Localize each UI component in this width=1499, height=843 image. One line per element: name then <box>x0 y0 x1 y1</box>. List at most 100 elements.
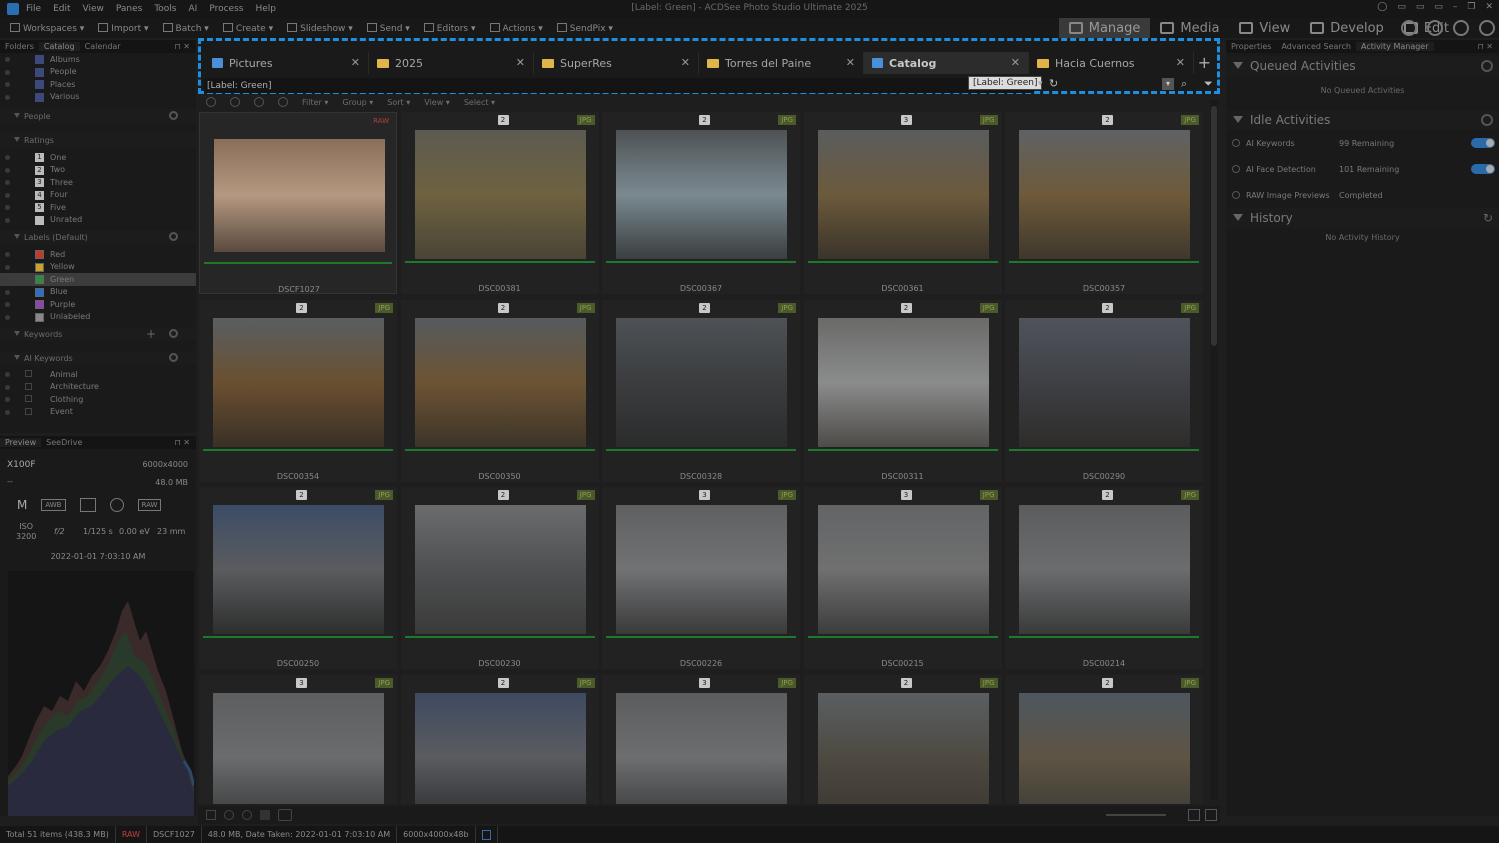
sendpix-button[interactable]: SendPix ▾ <box>556 22 613 34</box>
thumbnail-item[interactable]: 3 JPG DSC00215 <box>803 487 1002 669</box>
thumbnail-image[interactable] <box>414 692 586 804</box>
thumbnail-item[interactable]: 2 JPG DSC00367 <box>602 112 800 294</box>
thumbnail-image[interactable] <box>1019 130 1190 259</box>
thumbnail-item[interactable]: 3 JPG DSC00226 <box>602 487 800 669</box>
label-item-yellow[interactable]: Yellow <box>0 261 196 274</box>
batch-button[interactable]: Batch ▾ <box>162 22 209 34</box>
view-mode-icon[interactable] <box>1188 809 1200 821</box>
idle-section[interactable]: Idle Activities <box>1226 110 1499 130</box>
people-section[interactable]: People <box>0 109 196 123</box>
thumbnail-item[interactable]: 3 JPG DSC00361 <box>803 112 1002 294</box>
play-icon[interactable] <box>278 809 292 821</box>
label-item-unlabeled[interactable]: Unlabeled <box>0 311 196 324</box>
checkbox-icon[interactable] <box>25 382 32 390</box>
tab-catalog[interactable]: Catalog ✕ <box>864 52 1029 74</box>
tab-properties[interactable]: Properties <box>1226 42 1276 51</box>
send-button[interactable]: Send ▾ <box>366 22 410 34</box>
filter-menu[interactable]: Filter ▾ <box>302 98 328 107</box>
sync-icon[interactable] <box>1479 20 1495 36</box>
import-button[interactable]: Import ▾ <box>98 22 149 34</box>
thumbnail-item[interactable]: 2 JPG DSC00381 <box>400 112 599 294</box>
dropdown-arrow-icon[interactable]: ▾ <box>1038 79 1043 89</box>
menu-ai[interactable]: AI <box>189 4 198 14</box>
new-tab-icon[interactable]: + <box>1198 53 1211 72</box>
thumbnail-item[interactable]: 2 JPG DSC00311 <box>803 299 1002 482</box>
menu-edit[interactable]: Edit <box>53 4 70 14</box>
actions-button[interactable]: Actions ▾ <box>489 22 543 34</box>
ai-keywords-section[interactable]: AI Keywords <box>0 351 196 365</box>
catalog-item-albums[interactable]: Albums <box>0 53 196 66</box>
menu-view[interactable]: View <box>83 4 104 14</box>
checkbox-icon[interactable] <box>25 370 32 377</box>
pin-close-icon[interactable]: ⊓ ✕ <box>175 42 191 51</box>
360-icon[interactable] <box>1427 20 1443 36</box>
layout3-icon[interactable]: ▭ <box>1434 2 1443 12</box>
search-icon[interactable]: ⌕ <box>1181 77 1187 91</box>
stop-icon[interactable] <box>260 810 270 820</box>
thumbnail-image[interactable] <box>817 692 989 804</box>
tab-preview[interactable]: Preview <box>0 438 42 447</box>
thumbnail-item[interactable]: 2 JPG DSC00250 <box>199 487 397 669</box>
label-item-green[interactable]: Green <box>0 273 196 286</box>
thumbnail-item[interactable]: 2 JPG DSC00354 <box>199 299 397 482</box>
menu-file[interactable]: File <box>26 4 41 14</box>
mode-manage[interactable]: Manage <box>1058 18 1151 38</box>
close-tab-icon[interactable]: ✕ <box>1011 56 1020 69</box>
up-icon[interactable] <box>278 97 288 107</box>
thumbnail-image[interactable] <box>414 505 586 634</box>
thumbnail-item[interactable]: RAW DSCF1027 <box>199 112 397 294</box>
labels-section[interactable]: Labels (Default) <box>0 230 196 244</box>
dashboard-icon[interactable] <box>1453 20 1469 36</box>
tab-catalog[interactable]: Catalog <box>38 42 80 51</box>
thumbnail-item[interactable]: 2 JPG DSC00357 <box>1005 112 1203 294</box>
close-tab-icon[interactable]: ✕ <box>846 56 855 69</box>
tab-pictures[interactable]: Pictures ✕ <box>204 52 369 74</box>
thumbnail-item[interactable]: 2 JPG DSC00350 <box>400 299 599 482</box>
back-icon[interactable] <box>230 97 240 107</box>
thumbnail-image[interactable] <box>817 317 989 447</box>
pin-close-icon[interactable]: ⊓ ✕ <box>1478 42 1494 51</box>
layout-icon[interactable]: ▭ <box>1397 2 1406 12</box>
zoom-slider[interactable] <box>1106 814 1166 816</box>
tab-hacia-cuernos[interactable]: Hacia Cuernos ✕ <box>1029 52 1194 74</box>
thumbnail-image[interactable] <box>616 317 787 447</box>
mode-view[interactable]: View <box>1229 18 1300 38</box>
close-tab-icon[interactable]: ✕ <box>351 56 360 69</box>
refresh-icon[interactable]: ↻ <box>1483 211 1493 225</box>
menu-tools[interactable]: Tools <box>154 4 176 14</box>
workspaces-button[interactable]: Workspaces ▾ <box>10 22 84 34</box>
thumbnail-item[interactable]: 2 JPG <box>1005 674 1203 804</box>
thumbnail-item[interactable]: 2 JPG <box>803 674 1002 804</box>
label-item-red[interactable]: Red <box>0 248 196 261</box>
thumbnail-image[interactable] <box>616 692 787 804</box>
user-icon[interactable]: ◯ <box>1377 2 1387 12</box>
close-icon[interactable]: ✕ <box>1485 2 1493 12</box>
catalog-item-various[interactable]: Various <box>0 91 196 104</box>
ai-keyword-clothing[interactable]: Clothing <box>0 393 196 406</box>
tab-torres-del-paine[interactable]: Torres del Paine ✕ <box>699 52 864 74</box>
mode-media[interactable]: Media <box>1150 18 1229 38</box>
editors-button[interactable]: Editors ▾ <box>423 22 476 34</box>
label-item-purple[interactable]: Purple <box>0 298 196 311</box>
rotate-left-icon[interactable] <box>206 810 216 820</box>
rotate-icon[interactable] <box>224 810 234 820</box>
gear-icon[interactable] <box>169 353 178 362</box>
menu-process[interactable]: Process <box>209 4 243 14</box>
minimize-icon[interactable]: – <box>1453 2 1458 12</box>
create-button[interactable]: Create ▾ <box>222 22 273 34</box>
view-menu[interactable]: View ▾ <box>424 98 450 107</box>
tab-activity-manager[interactable]: Activity Manager <box>1355 42 1434 51</box>
checkbox-icon[interactable] <box>25 395 32 402</box>
rating-item-unrated[interactable]: Unrated <box>0 214 196 227</box>
home-icon[interactable] <box>206 97 216 107</box>
keywords-section[interactable]: Keywords + <box>0 327 196 341</box>
thumbnail-image[interactable] <box>1019 505 1190 634</box>
tab-calendar[interactable]: Calendar <box>80 42 126 51</box>
rating-item-two[interactable]: 2 Two <box>0 164 196 177</box>
catalog-item-people[interactable]: People <box>0 66 196 79</box>
checkbox-icon[interactable] <box>25 407 32 415</box>
tab-seedrive[interactable]: SeeDrive <box>41 438 87 447</box>
tab-superres[interactable]: SuperRes ✕ <box>534 52 699 74</box>
mode-develop[interactable]: Develop <box>1300 18 1394 38</box>
gear-icon[interactable] <box>169 232 178 241</box>
